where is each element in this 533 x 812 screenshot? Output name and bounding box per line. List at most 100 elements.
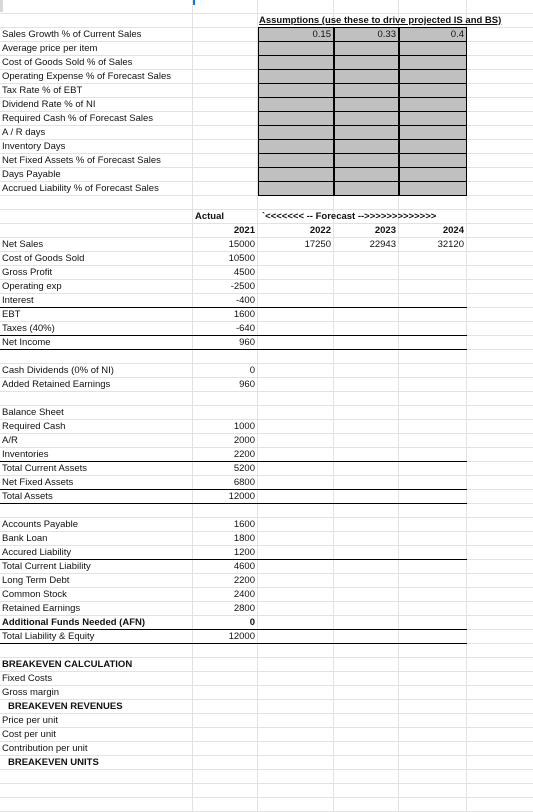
cell[interactable] [467,336,533,349]
cell[interactable] [467,630,533,643]
cell[interactable] [399,406,467,419]
cell[interactable] [193,168,258,181]
cell[interactable] [258,714,334,727]
cell[interactable] [258,504,334,517]
assumption-input[interactable] [399,55,467,70]
dividend-value[interactable]: 0 [193,364,258,377]
assumption-input[interactable] [399,41,467,56]
assumption-input[interactable] [399,69,467,84]
cell[interactable] [399,476,467,489]
assumption-input[interactable] [258,41,334,56]
cell[interactable] [334,798,399,811]
cell[interactable] [399,322,467,335]
cell[interactable] [467,70,533,83]
income-label[interactable]: Gross Profit [0,266,193,279]
cell[interactable] [467,770,533,783]
assumption-label[interactable]: A / R days [0,126,193,139]
cell[interactable] [334,504,399,517]
year-header[interactable]: 2021 [193,224,258,237]
cell[interactable] [467,294,533,307]
cell[interactable] [334,588,399,601]
cell[interactable] [467,714,533,727]
cell[interactable] [334,462,399,475]
liability-value[interactable]: 1800 [193,532,258,545]
cell[interactable] [258,770,334,783]
cell[interactable] [399,798,467,811]
cell[interactable] [399,448,467,461]
cell[interactable] [334,770,399,783]
liability-value[interactable]: 2200 [193,574,258,587]
breakeven-label[interactable]: Fixed Costs [0,672,193,685]
cell[interactable] [258,252,334,265]
cell[interactable] [467,546,533,559]
cell[interactable] [399,378,467,391]
cell[interactable] [193,728,258,741]
cell[interactable] [193,504,258,517]
year-header[interactable]: 2024 [399,224,467,237]
liability-label[interactable]: Total Current Liability [0,560,193,573]
cell[interactable] [258,294,334,307]
assumption-input[interactable] [258,97,334,112]
cell[interactable] [467,504,533,517]
cell[interactable] [399,196,467,209]
asset-value[interactable]: 5200 [193,462,258,475]
assumption-input[interactable] [334,167,399,182]
cell[interactable] [334,350,399,363]
cell[interactable] [399,280,467,293]
liability-label[interactable]: Accured Liability [0,546,193,559]
cell[interactable] [467,98,533,111]
cell[interactable] [0,350,193,363]
cell[interactable] [399,686,467,699]
cell[interactable] [193,182,258,195]
breakeven-label[interactable]: Price per unit [0,714,193,727]
cell[interactable] [334,392,399,405]
cell[interactable] [334,742,399,755]
cell[interactable] [334,196,399,209]
cell[interactable] [467,126,533,139]
cell[interactable] [193,0,258,13]
cell[interactable] [193,700,258,713]
cell[interactable] [467,476,533,489]
cell[interactable] [467,784,533,797]
breakeven-label[interactable]: BREAKEVEN UNITS [0,756,193,769]
cell[interactable] [467,28,533,41]
cell[interactable] [258,266,334,279]
cell[interactable] [258,728,334,741]
cell[interactable] [467,154,533,167]
cell[interactable] [399,644,467,657]
asset-label[interactable]: Total Current Assets [0,462,193,475]
cell[interactable] [467,756,533,769]
cell[interactable] [0,14,193,27]
asset-value[interactable]: 12000 [193,490,258,503]
liability-value[interactable]: 0 [193,616,258,629]
cell[interactable] [467,308,533,321]
assumption-input[interactable]: 0.4 [399,27,467,42]
cell[interactable] [0,0,193,13]
cell[interactable] [193,686,258,699]
cell[interactable] [334,686,399,699]
cell[interactable] [399,266,467,279]
cell[interactable] [0,210,193,223]
cell[interactable] [334,518,399,531]
forecast-header[interactable]: `<<<<<<< -- Forecast -->>>>>>>>>>>>> [258,210,436,223]
cell[interactable] [467,196,533,209]
cell[interactable] [467,392,533,405]
cell[interactable] [399,336,467,349]
cell[interactable] [399,532,467,545]
cell[interactable] [467,602,533,615]
assumption-input[interactable] [334,97,399,112]
cell[interactable] [399,630,467,643]
income-value[interactable]: -400 [193,294,258,307]
cell[interactable] [334,574,399,587]
income-label[interactable]: Net Sales [0,238,193,251]
cell[interactable] [467,700,533,713]
assumption-label[interactable]: Net Fixed Assets % of Forecast Sales [0,154,193,167]
cell[interactable] [399,728,467,741]
cell[interactable] [193,70,258,83]
assumption-input[interactable] [334,181,399,196]
cell[interactable] [193,756,258,769]
breakeven-label[interactable]: Cost per unit [0,728,193,741]
cell[interactable] [334,714,399,727]
income-value[interactable]: -2500 [193,280,258,293]
cell[interactable] [258,658,334,671]
